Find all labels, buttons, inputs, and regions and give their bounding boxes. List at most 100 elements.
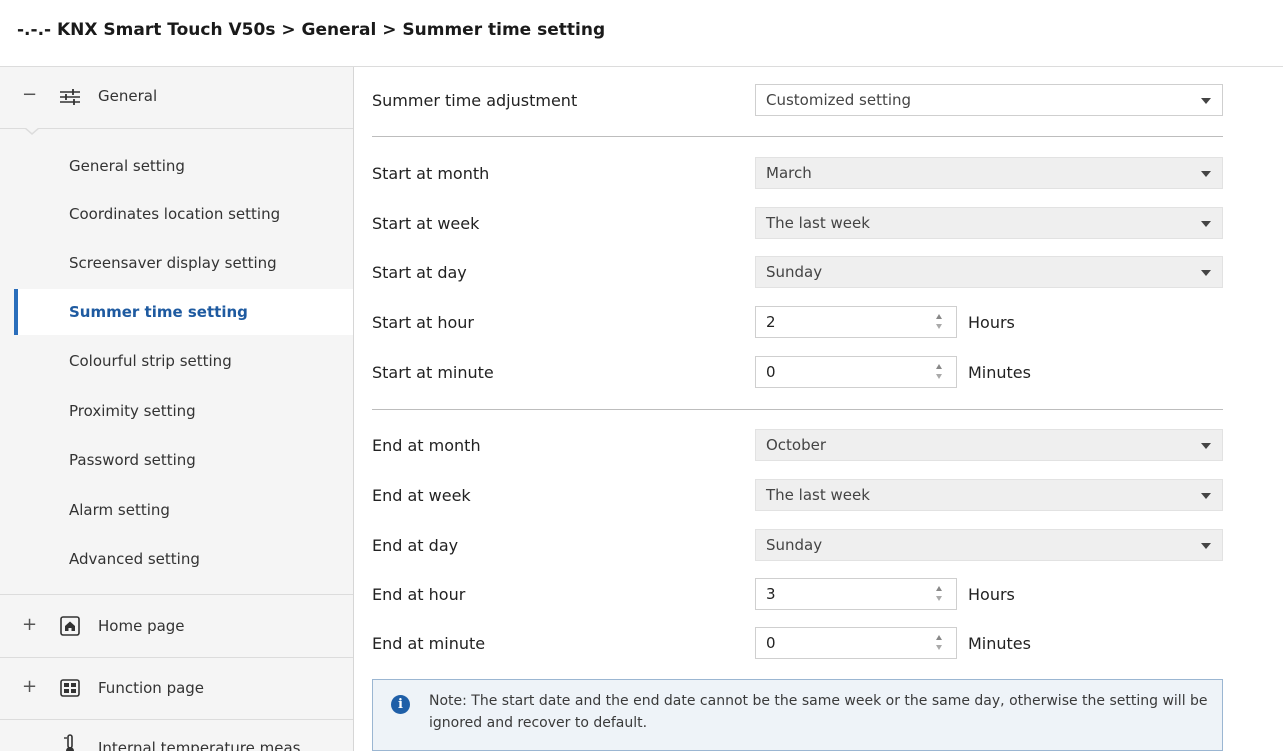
select-value: Sunday [766, 263, 823, 281]
start-hour-spinbox[interactable]: 2 [755, 306, 957, 338]
field-label: Start at week [372, 214, 480, 233]
sidebar-item-alarm[interactable]: Alarm setting [14, 487, 353, 533]
sidebar-item-advanced[interactable]: Advanced setting [14, 536, 353, 582]
decrement-arrow-icon[interactable] [936, 596, 942, 601]
spin-value: 0 [766, 363, 776, 381]
sidebar-group-label: Home page [98, 617, 185, 635]
chevron-down-icon [1201, 171, 1211, 177]
unit-label: Minutes [968, 363, 1031, 382]
field-label: Start at minute [372, 363, 494, 382]
summer-time-adjustment-select[interactable]: Customized setting [755, 84, 1223, 116]
field-label: End at day [372, 536, 459, 555]
end-minute-spinbox[interactable]: 0 [755, 627, 957, 659]
caret-indicator [24, 127, 40, 135]
decrement-arrow-icon[interactable] [936, 374, 942, 379]
end-minute-row: End at minute 0 Minutes [372, 624, 1222, 664]
divider [0, 719, 353, 720]
start-month-select[interactable]: March [755, 157, 1223, 189]
decrement-arrow-icon[interactable] [936, 645, 942, 650]
thermometer-icon [59, 734, 81, 751]
unit-label: Hours [968, 585, 1015, 604]
end-week-row: End at week The last week [372, 476, 1223, 516]
section-divider [372, 409, 1223, 410]
chevron-down-icon [1201, 98, 1211, 104]
start-month-row: Start at month March [372, 154, 1223, 194]
select-value: October [766, 436, 827, 454]
spin-value: 0 [766, 634, 776, 652]
sidebar-group-label: General [98, 87, 158, 105]
select-value: The last week [766, 214, 870, 232]
start-hour-row: Start at hour 2 Hours [372, 303, 1222, 343]
summer-time-adjustment-row: Summer time adjustment Customized settin… [372, 81, 1223, 121]
field-label: Start at hour [372, 313, 474, 332]
section-divider [372, 136, 1223, 137]
end-day-select[interactable]: Sunday [755, 529, 1223, 561]
settings-panel: Summer time adjustment Customized settin… [355, 67, 1283, 751]
increment-arrow-icon[interactable] [936, 364, 942, 369]
field-label: Summer time adjustment [372, 91, 578, 110]
end-day-row: End at day Sunday [372, 526, 1223, 566]
sidebar-item-summer-time[interactable]: Summer time setting [14, 289, 353, 335]
field-label: End at month [372, 436, 481, 455]
field-label: End at week [372, 486, 471, 505]
sidebar-item-colourful-strip[interactable]: Colourful strip setting [14, 338, 353, 384]
expand-toggle[interactable]: + [22, 676, 37, 697]
collapse-toggle[interactable]: − [22, 84, 37, 105]
chevron-down-icon [1201, 493, 1211, 499]
chevron-down-icon [1201, 543, 1211, 549]
decrement-arrow-icon[interactable] [936, 324, 942, 329]
field-label: End at minute [372, 634, 486, 653]
start-day-select[interactable]: Sunday [755, 256, 1223, 288]
divider [0, 594, 353, 595]
grid-icon [59, 678, 81, 698]
select-value: Customized setting [766, 91, 912, 109]
chevron-down-icon [1201, 221, 1211, 227]
increment-arrow-icon[interactable] [936, 635, 942, 640]
start-week-select[interactable]: The last week [755, 207, 1223, 239]
start-minute-spinbox[interactable]: 0 [755, 356, 957, 388]
start-week-row: Start at week The last week [372, 204, 1223, 244]
unit-label: Minutes [968, 634, 1031, 653]
sidebar-group-general[interactable]: − General [0, 67, 353, 127]
divider [0, 657, 353, 658]
field-label: End at hour [372, 585, 466, 604]
spin-value: 3 [766, 585, 776, 603]
sidebar-item-proximity[interactable]: Proximity setting [14, 388, 353, 434]
field-label: Start at day [372, 263, 467, 282]
page-title: -.-.- KNX Smart Touch V50s > General > S… [17, 20, 606, 40]
chevron-down-icon [1201, 270, 1211, 276]
unit-label: Hours [968, 313, 1015, 332]
select-value: Sunday [766, 536, 823, 554]
increment-arrow-icon[interactable] [936, 314, 942, 319]
sidebar-group-home-page[interactable]: + Home page [0, 597, 353, 657]
field-label: Start at month [372, 164, 490, 183]
note-box: i Note: The start date and the end date … [372, 679, 1223, 751]
expand-toggle[interactable]: + [22, 614, 37, 635]
sidebar-item-general-setting[interactable]: General setting [14, 143, 353, 189]
sidebar: − General General setting Coordinates lo… [0, 67, 354, 751]
select-value: March [766, 164, 812, 182]
end-hour-spinbox[interactable]: 3 [755, 578, 957, 610]
sidebar-group-internal-temperature[interactable]: Internal temperature meas [0, 721, 353, 751]
sidebar-group-function-page[interactable]: + Function page [0, 659, 353, 719]
sidebar-item-password[interactable]: Password setting [14, 437, 353, 483]
sidebar-item-screensaver-display[interactable]: Screensaver display setting [14, 240, 353, 286]
sidebar-group-label: Internal temperature meas [98, 739, 301, 751]
end-week-select[interactable]: The last week [755, 479, 1223, 511]
divider [0, 128, 353, 129]
start-minute-row: Start at minute 0 Minutes [372, 353, 1222, 393]
title-bar: -.-.- KNX Smart Touch V50s > General > S… [0, 0, 1283, 67]
end-month-row: End at month October [372, 426, 1223, 466]
spin-value: 2 [766, 313, 776, 331]
sliders-icon [59, 87, 81, 107]
end-hour-row: End at hour 3 Hours [372, 575, 1222, 615]
chevron-down-icon [1201, 443, 1211, 449]
note-text: Note: The start date and the end date ca… [429, 693, 1208, 731]
sidebar-item-coordinates-location[interactable]: Coordinates location setting [14, 191, 353, 237]
end-month-select[interactable]: October [755, 429, 1223, 461]
info-icon: i [391, 695, 410, 714]
select-value: The last week [766, 486, 870, 504]
increment-arrow-icon[interactable] [936, 586, 942, 591]
home-icon [59, 616, 81, 636]
start-day-row: Start at day Sunday [372, 253, 1223, 293]
